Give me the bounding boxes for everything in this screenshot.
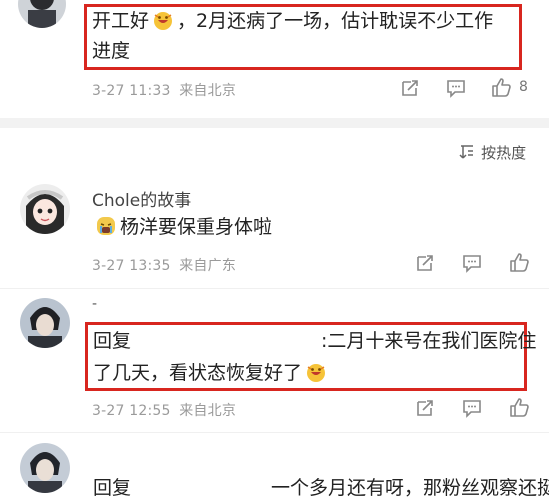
avatar[interactable] — [20, 298, 70, 348]
comment-button[interactable] — [461, 252, 483, 274]
comment-icon — [447, 80, 465, 98]
share-button[interactable] — [414, 397, 436, 419]
sort-icon — [458, 143, 476, 161]
time-label: 3-27 13:35 — [92, 258, 171, 274]
share-button[interactable] — [414, 252, 436, 274]
thumbs-up-icon — [510, 253, 529, 272]
avatar[interactable] — [20, 184, 70, 234]
avatar[interactable] — [18, 0, 66, 28]
section-divider — [0, 118, 549, 128]
comment-text-line2: 了几天，看状态恢复好了 — [93, 358, 330, 388]
laugh-emoji-icon — [152, 9, 174, 31]
comment-text-segment: 杨洋要保重身体啦 — [120, 216, 273, 238]
like-button[interactable] — [490, 76, 512, 98]
share-icon — [417, 400, 433, 416]
row-divider — [0, 432, 549, 433]
laugh-emoji-icon — [305, 361, 327, 383]
like-button[interactable] — [508, 396, 530, 418]
comment-text-segment: 一个多月还有呀，那粉丝观察还挺 — [271, 477, 549, 499]
thumbs-up-icon — [510, 398, 529, 417]
comment-text-segment: 了几天，看状态恢复好了 — [93, 362, 303, 384]
comment-text: 回复 一个多月还有呀，那粉丝观察还挺 — [93, 473, 549, 500]
username[interactable]: - — [92, 296, 97, 312]
comment-icon — [463, 400, 481, 418]
crying-emoji-icon — [95, 215, 117, 237]
location-label: 来自北京 — [179, 83, 237, 99]
username[interactable]: Chole的故事 — [92, 186, 191, 211]
comment-button[interactable] — [445, 77, 467, 99]
reply-label: 回复 — [93, 477, 132, 499]
comment-text-segment: 开工好 — [92, 10, 150, 32]
comment-text-segment: :二月十来号在我们医院住 — [321, 330, 537, 352]
comment-text: 回复 :二月十来号在我们医院住 — [93, 326, 536, 356]
time-label: 3-27 12:55 — [92, 403, 171, 419]
comment-time: 3-27 13:35 来自广东 — [92, 255, 236, 275]
comment-button[interactable] — [461, 397, 483, 419]
comment-text-segment: ，2月还病了一场，估计耽误不少工作 — [177, 10, 494, 32]
sort-button[interactable]: 按热度 — [458, 142, 526, 163]
comment-time: 3-27 12:55 来自北京 — [92, 400, 236, 420]
like-count: 8 — [519, 79, 528, 95]
reply-label: 回复 — [93, 330, 132, 352]
comment-icon — [463, 255, 481, 273]
comment-text-line2: 进度 — [92, 40, 131, 62]
share-icon — [417, 255, 433, 271]
row-divider — [0, 288, 549, 289]
location-label: 来自北京 — [179, 403, 237, 419]
avatar[interactable] — [20, 443, 70, 493]
sort-label: 按热度 — [481, 144, 527, 162]
thumbs-up-icon — [492, 78, 511, 97]
share-icon — [402, 80, 418, 96]
comment-text: 开工好 ，2月还病了一场，估计耽误不少工作 — [92, 6, 493, 36]
share-button[interactable] — [399, 77, 421, 99]
comment-text: 杨洋要保重身体啦 — [92, 212, 272, 242]
time-label: 3-27 11:33 — [92, 83, 171, 99]
comment-time: 3-27 11:33 来自北京 — [92, 80, 236, 100]
location-label: 来自广东 — [179, 258, 237, 274]
like-button[interactable] — [508, 251, 530, 273]
